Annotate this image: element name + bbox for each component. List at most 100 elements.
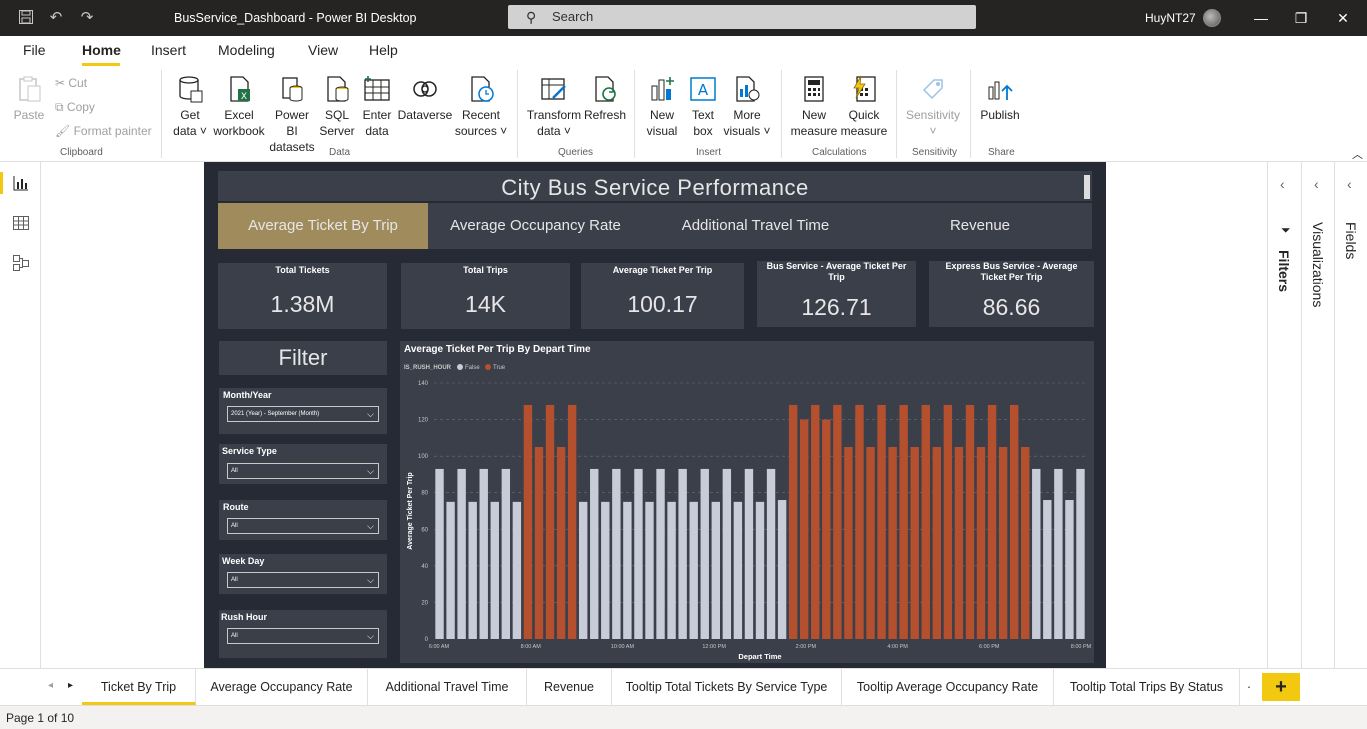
dataverse-button[interactable]: Dataverse xyxy=(397,74,453,123)
chevron-left-icon[interactable]: ‹ xyxy=(1280,176,1285,192)
card-bus-service-average[interactable]: Bus Service - Average Ticket Per Trip 12… xyxy=(757,261,916,327)
card-average-ticket-per-trip[interactable]: Average Ticket Per Trip 100.17 xyxy=(581,263,744,329)
avatar[interactable] xyxy=(1203,9,1221,27)
fields-pane[interactable]: ‹ Fields xyxy=(1334,162,1367,668)
legend-marker-false xyxy=(457,364,463,370)
nav-average-occupancy-rate[interactable]: Average Occupancy Rate xyxy=(428,203,643,249)
undo-icon[interactable]: ↶ xyxy=(47,9,65,27)
minimize-icon[interactable]: — xyxy=(1251,8,1271,28)
tab-tooltip-total-tickets[interactable]: Tooltip Total Tickets By Service Type xyxy=(612,669,842,705)
menu-view[interactable]: View xyxy=(308,42,338,58)
week-day-dropdown[interactable]: All ⌵ xyxy=(227,572,379,588)
more-visuals-button[interactable]: More visuals ˅ xyxy=(723,74,771,139)
collapse-ribbon-icon[interactable]: ︿ xyxy=(1352,146,1363,162)
legend-title: IS_RUSH_HOUR xyxy=(404,365,452,371)
chart-visual[interactable]: Average Ticket Per Trip By Depart Time IS… xyxy=(400,341,1094,663)
menu-home[interactable]: Home xyxy=(82,42,121,58)
recent-sources-button[interactable]: Recent sources ˅ xyxy=(453,74,509,139)
search-placeholder: Search xyxy=(552,9,594,24)
tab-tooltip-average-occupancy[interactable]: Tooltip Average Occupancy Rate xyxy=(842,669,1054,705)
group-label-share: Share xyxy=(988,147,1015,158)
chart-bar xyxy=(468,501,477,639)
paste-button[interactable]: Paste xyxy=(12,74,46,123)
power-bi-datasets-button[interactable]: Power BI datasets xyxy=(268,74,316,155)
tab-additional-travel-time[interactable]: Additional Travel Time xyxy=(368,669,527,705)
enter-data-button[interactable]: Enter data xyxy=(359,74,395,139)
route-dropdown[interactable]: All ⌵ xyxy=(227,518,379,534)
visualizations-pane[interactable]: ‹ Visualizations xyxy=(1301,162,1334,668)
menu-help[interactable]: Help xyxy=(369,42,398,58)
recent-sources-icon xyxy=(471,76,494,102)
report-view-icon[interactable] xyxy=(12,174,30,192)
tab-overflow[interactable]: · xyxy=(1240,669,1258,705)
new-measure-button[interactable]: New measure xyxy=(788,74,840,139)
redo-icon[interactable]: ↷ xyxy=(78,9,96,27)
paste-icon xyxy=(19,76,41,102)
copy-button[interactable]: ⧉ Copy xyxy=(55,100,95,115)
quick-measure-button[interactable]: Quick measure xyxy=(840,74,888,139)
chart-bar xyxy=(777,500,787,639)
card-total-tickets[interactable]: Total Tickets 1.38M xyxy=(218,263,387,329)
publish-button[interactable]: Publish xyxy=(978,74,1022,123)
y-tick-label: 0 xyxy=(425,637,429,643)
add-page-button[interactable]: + xyxy=(1262,673,1300,701)
model-view-icon[interactable] xyxy=(12,254,30,272)
filters-pane[interactable]: ‹ ⏷ Filters xyxy=(1267,162,1301,668)
menu-modeling[interactable]: Modeling xyxy=(218,42,275,58)
menu-file[interactable]: File xyxy=(23,42,46,58)
view-switcher xyxy=(0,162,41,668)
menu-insert[interactable]: Insert xyxy=(151,42,186,58)
get-data-button[interactable]: Get data ˅ xyxy=(170,74,210,139)
month-year-dropdown[interactable]: 2021 (Year) - September (Month) ⌵ xyxy=(227,406,379,422)
service-type-dropdown[interactable]: All ⌵ xyxy=(227,463,379,479)
save-icon[interactable] xyxy=(17,9,35,27)
nav-average-ticket-by-trip[interactable]: Average Ticket By Trip xyxy=(218,203,428,249)
nav-revenue[interactable]: Revenue xyxy=(868,203,1092,249)
chevron-left-icon[interactable]: ‹ xyxy=(1347,176,1352,192)
chart-bar xyxy=(1021,447,1030,639)
format-painter-button[interactable]: 🖌 Format painter xyxy=(55,124,152,138)
copy-icon: ⧉ xyxy=(55,100,67,114)
sensitivity-button[interactable]: Sensitivity ˅ xyxy=(903,74,963,139)
menu-bar: File Home Insert Modeling View Help xyxy=(0,36,1367,66)
card-express-bus-service-average[interactable]: Express Bus Service - Average Ticket Per… xyxy=(929,261,1094,327)
chart-bar xyxy=(490,501,499,639)
group-label-data: Data xyxy=(329,147,351,158)
new-visual-button[interactable]: New visual xyxy=(643,74,681,139)
restore-icon[interactable]: ❐ xyxy=(1291,8,1311,28)
card-total-trips[interactable]: Total Trips 14K xyxy=(401,263,570,329)
text-box-button[interactable]: A Text box xyxy=(684,74,722,139)
chart-bar xyxy=(755,501,765,639)
transform-icon xyxy=(541,78,566,100)
scroll-indicator xyxy=(1084,175,1090,199)
chart-bar xyxy=(578,501,588,639)
rush-hour-dropdown[interactable]: All ⌵ xyxy=(227,628,379,644)
chart-bar xyxy=(811,404,820,639)
chart-bar xyxy=(1054,468,1063,639)
transform-data-button[interactable]: Transform data ˅ xyxy=(526,74,582,139)
chart-bar xyxy=(800,419,809,639)
chevron-left-icon[interactable]: ‹ xyxy=(1314,176,1319,192)
tab-revenue[interactable]: Revenue xyxy=(527,669,612,705)
search-input[interactable]: ⚲ Search xyxy=(508,5,976,29)
data-view-icon[interactable] xyxy=(12,214,30,232)
cut-button[interactable]: ✂ Cut xyxy=(55,76,87,90)
status-bar: Page 1 of 10 xyxy=(0,705,1367,729)
chart-bar xyxy=(932,447,942,639)
sql-server-button[interactable]: SQL Server xyxy=(318,74,356,139)
ribbon: Paste ✂ Cut ⧉ Copy 🖌 Format painter Clip… xyxy=(0,66,1367,162)
tab-ticket-by-trip[interactable]: Ticket By Trip xyxy=(82,669,196,705)
tab-scroll-right-icon[interactable]: ▸ xyxy=(68,680,73,691)
chart-bar xyxy=(998,447,1008,639)
chart-bar xyxy=(645,501,654,639)
tab-scroll-left-icon[interactable]: ◂ xyxy=(48,680,53,691)
nav-additional-travel-time[interactable]: Additional Travel Time xyxy=(643,203,868,249)
excel-workbook-button[interactable]: X Excel workbook xyxy=(211,74,267,139)
refresh-button[interactable]: Refresh xyxy=(584,74,626,123)
tab-average-occupancy-rate[interactable]: Average Occupancy Rate xyxy=(196,669,368,705)
tab-tooltip-total-trips[interactable]: Tooltip Total Trips By Status xyxy=(1054,669,1240,705)
group-separator xyxy=(896,70,897,158)
close-icon[interactable]: ✕ xyxy=(1333,8,1353,28)
brush-icon: 🖌 xyxy=(55,124,74,138)
chart-bar xyxy=(590,468,599,639)
